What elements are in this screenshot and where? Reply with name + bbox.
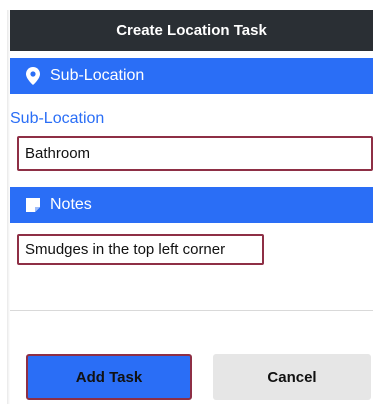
notes-input[interactable]: Smudges in the top left corner	[17, 234, 264, 265]
cancel-button[interactable]: Cancel	[213, 354, 371, 400]
add-task-button[interactable]: Add Task	[26, 354, 192, 400]
page-title: Create Location Task	[116, 22, 267, 39]
section-header-sublocation-label: Sub-Location	[50, 67, 145, 84]
map-pin-icon	[24, 67, 42, 85]
section-header-sublocation: Sub-Location	[10, 58, 373, 94]
sublocation-field-label: Sub-Location	[10, 110, 105, 127]
section-header-notes-label: Notes	[50, 196, 92, 213]
title-bar: Create Location Task	[10, 10, 373, 51]
sublocation-input[interactable]: Bathroom	[17, 136, 373, 171]
divider	[10, 310, 373, 311]
note-icon	[24, 196, 42, 214]
section-header-notes: Notes	[10, 187, 373, 223]
create-location-task-screen: Create Location Task Sub-Location Sub-Lo…	[0, 0, 377, 404]
